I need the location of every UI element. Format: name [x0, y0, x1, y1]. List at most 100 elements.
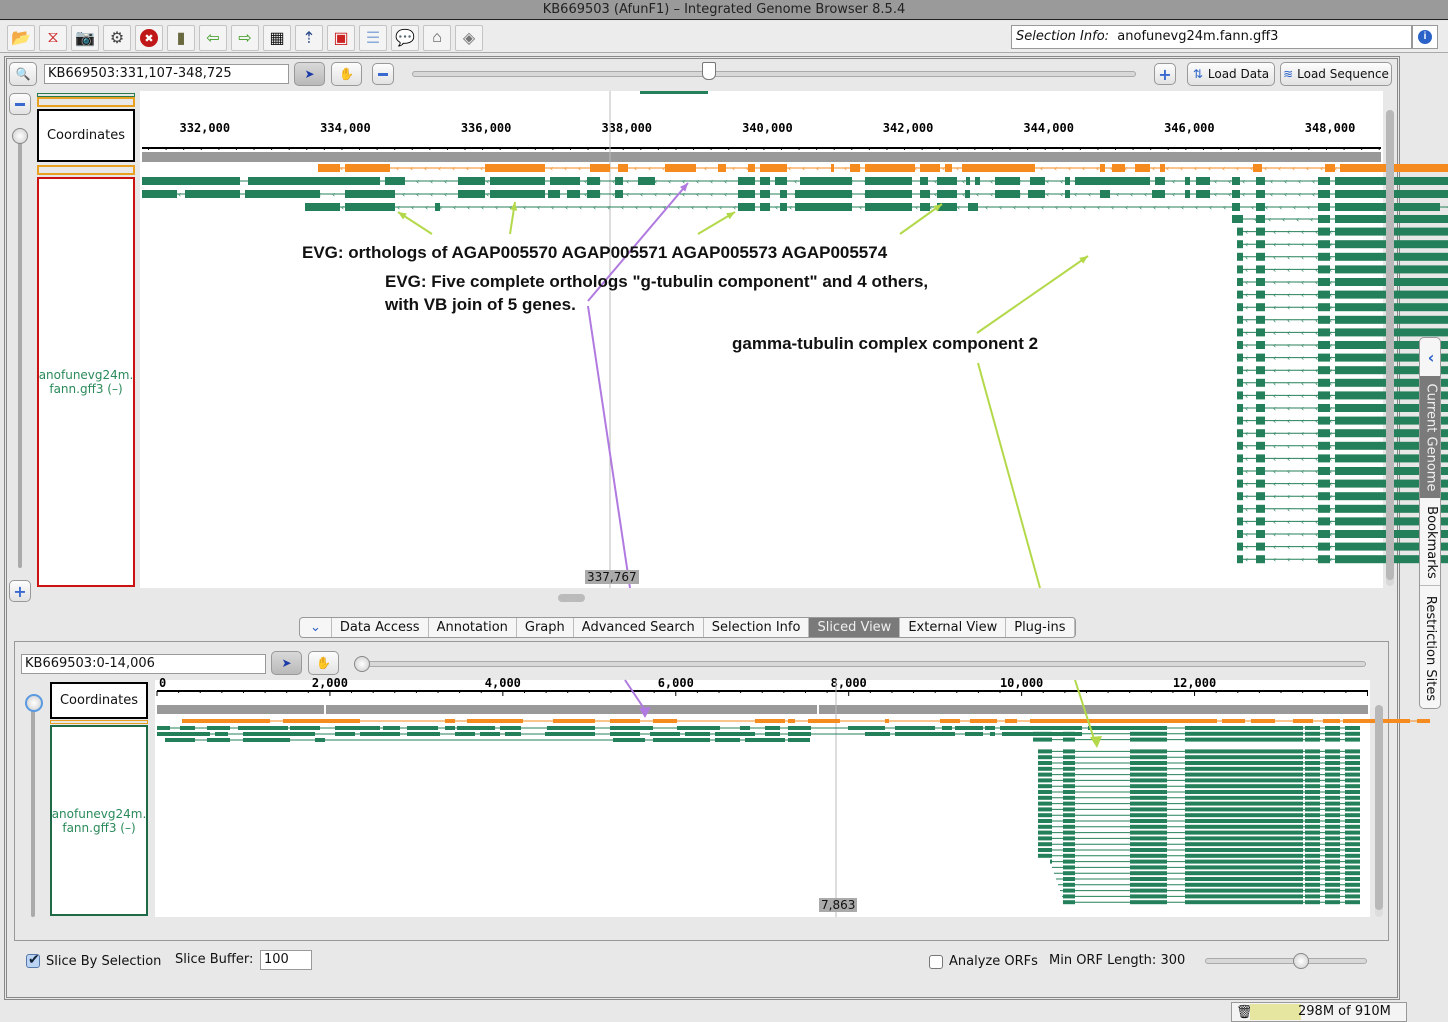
vertical-zoom-thumb[interactable]: [12, 128, 28, 144]
search-button[interactable]: 🔍: [9, 62, 37, 86]
gamma-tubulin-isoform-exon: [1237, 227, 1243, 236]
tab-external-view[interactable]: External View: [900, 618, 1007, 637]
graph-button[interactable]: ◈: [455, 25, 483, 51]
sliced-green-gene-exon: [765, 732, 780, 736]
green-gene-strand-arrow: ‹: [1270, 177, 1273, 186]
sliced-gamma-tubulin-isoform-exon: [1063, 726, 1075, 730]
load-data-button[interactable]: ⇅ Load Data: [1187, 62, 1275, 86]
sliced-zoom-slider[interactable]: [354, 661, 1366, 667]
book-button[interactable]: ▮: [167, 25, 195, 51]
location-input[interactable]: KB669503:331,107-348,725: [44, 64, 289, 84]
zoom-slider[interactable]: [412, 71, 1136, 77]
tab-selection-info[interactable]: Selection Info: [704, 618, 810, 637]
gamma-tubulin-isoform-strand-arrow: ‹: [1245, 391, 1248, 400]
orange-gene-exon: [318, 164, 340, 172]
annotation-arrow: [976, 255, 1089, 334]
info-button[interactable]: i: [1412, 25, 1438, 49]
tab-data-access[interactable]: Data Access: [332, 618, 429, 637]
dna-button[interactable]: ⧖: [39, 25, 67, 51]
annotation-gamma-tubulin: gamma-tubulin complex component 2: [732, 334, 1039, 353]
sliced-gamma-tubulin-isoform-exon: [1063, 813, 1075, 818]
speech-bubble-button[interactable]: 💬: [391, 25, 419, 51]
sliced-gamma-tubulin-isoform-exon: [1345, 731, 1360, 736]
home-button[interactable]: ⌂: [423, 25, 451, 51]
gamma-tubulin-isoform-strand-arrow: ‹: [1301, 480, 1304, 489]
orange-gene-exon: [850, 164, 860, 172]
gamma-tubulin-isoform-exon: [1256, 391, 1265, 400]
forward-arrow-button[interactable]: ⇨: [231, 25, 259, 51]
tab-sliced-view[interactable]: Sliced View: [809, 618, 901, 637]
load-sequence-button[interactable]: ≋ Load Sequence: [1280, 62, 1392, 86]
main-vertical-scrollbar[interactable]: [1386, 110, 1394, 586]
zoom-in-button[interactable]: +: [1154, 63, 1176, 85]
green-gene-strand-arrow: ‹: [626, 177, 629, 186]
side-tab-bookmarks[interactable]: Bookmarks: [1420, 500, 1440, 586]
sliced-gamma-tubulin-isoform-exon: [1140, 784, 1167, 789]
track-up-button[interactable]: ⇡: [295, 25, 323, 51]
sliced-select-tool-button[interactable]: ➤: [271, 651, 302, 675]
gamma-tubulin-isoform-exon: [1237, 492, 1243, 501]
gear-button[interactable]: ⚙: [103, 25, 131, 51]
tab-plug-ins[interactable]: Plug-ins: [1006, 618, 1075, 637]
side-tab-current-genome[interactable]: Current Genome: [1420, 376, 1440, 498]
sliced-vertical-thumb[interactable]: [25, 694, 43, 712]
sliced-gff-track-label[interactable]: anofunevg24m. fann.gff3 (–): [50, 725, 148, 916]
green-gene-exon: [780, 190, 787, 198]
vertical-zoom-in-button[interactable]: +: [9, 580, 31, 602]
sliced-vertical-slider[interactable]: [31, 705, 35, 917]
sliced-gamma-tubulin-isoform-exon: [1038, 755, 1052, 760]
sliced-gamma-tubulin-isoform-exon: [1305, 813, 1320, 818]
gamma-tubulin-isoform-strand-arrow: ‹: [1245, 265, 1248, 274]
sliced-location-input[interactable]: KB669503:0-14,006: [21, 654, 266, 674]
track-red-button[interactable]: ▣: [327, 25, 355, 51]
green-gene-strand-arrow: ‹: [962, 177, 965, 186]
gamma-tubulin-isoform-strand-arrow: ‹: [1273, 240, 1276, 249]
back-arrow-button[interactable]: ⇦: [199, 25, 227, 51]
orange-gene-strand-arrow: ‹: [732, 164, 735, 173]
sliced-track-canvas[interactable]: 0 2,000 4,000 6,000 8,000 10,000 12,000: [155, 676, 1430, 917]
camera-button[interactable]: 📷: [71, 25, 99, 51]
sliced-orange-label[interactable]: [50, 720, 148, 724]
slice-by-selection-checkbox[interactable]: ✔: [26, 951, 40, 968]
zoom-slider-thumb[interactable]: [701, 62, 716, 80]
sliced-pan-tool-button[interactable]: ✋: [308, 651, 339, 675]
gamma-tubulin-isoform-strand-arrow: ‹: [1273, 354, 1276, 363]
gamma-tubulin-isoform-strand-arrow: ‹: [1301, 228, 1304, 237]
green-gene-strand-arrow: ‹: [668, 177, 671, 186]
min-orf-slider[interactable]: [1205, 958, 1367, 964]
gff-track-label[interactable]: anofunevg24m. fann.gff3 (–): [37, 177, 135, 587]
tab-collapse[interactable]: ⌄: [300, 618, 332, 637]
sliced-vertical-scrollbar[interactable]: [1375, 705, 1383, 917]
min-orf-slider-thumb[interactable]: [1292, 953, 1309, 969]
film-button[interactable]: ▦: [263, 25, 291, 51]
sliced-zoom-thumb[interactable]: [354, 656, 370, 672]
stop-button[interactable]: ✖: [135, 25, 163, 51]
slice-buffer-input[interactable]: 100: [260, 950, 312, 970]
sliced-coordinates-label[interactable]: Coordinates: [50, 682, 148, 719]
orange-track-label[interactable]: [37, 165, 135, 175]
sliced-gamma-tubulin-isoform-exon: [1130, 877, 1140, 881]
side-collapse-icon[interactable]: ‹: [1420, 338, 1440, 376]
plus-icon: +: [1158, 64, 1172, 84]
coordinates-track-label[interactable]: Coordinates: [37, 109, 135, 162]
open-file-button[interactable]: 📂: [7, 25, 35, 51]
pan-tool-button[interactable]: ✋: [331, 62, 362, 86]
green-gene-strand-arrow: ‹: [1111, 203, 1114, 212]
sliced-gamma-tubulin-isoform-exon: [1038, 853, 1052, 858]
vertical-zoom-out-button[interactable]: [9, 93, 31, 115]
vertical-zoom-slider[interactable]: [18, 138, 22, 568]
main-horizontal-scrollbar[interactable]: [558, 594, 585, 602]
green-gene-exon: [490, 177, 545, 185]
tab-advanced-search[interactable]: Advanced Search: [574, 618, 704, 637]
analyze-orfs-checkbox[interactable]: [929, 955, 943, 969]
green-gene-strand-arrow: ‹: [1069, 203, 1072, 212]
sliced-axis-tick-label: 2,000: [312, 676, 348, 690]
orange-gene-exon: [1325, 164, 1335, 172]
zoom-out-button[interactable]: [372, 63, 394, 85]
tab-graph[interactable]: Graph: [517, 618, 574, 637]
green-gene-strand-arrow: ‹: [178, 190, 181, 199]
side-tab-restriction-sites[interactable]: Restriction Sites: [1420, 587, 1440, 708]
select-tool-button[interactable]: ➤: [294, 62, 325, 86]
list-button[interactable]: ☰: [359, 25, 387, 51]
tab-annotation[interactable]: Annotation: [429, 618, 517, 637]
